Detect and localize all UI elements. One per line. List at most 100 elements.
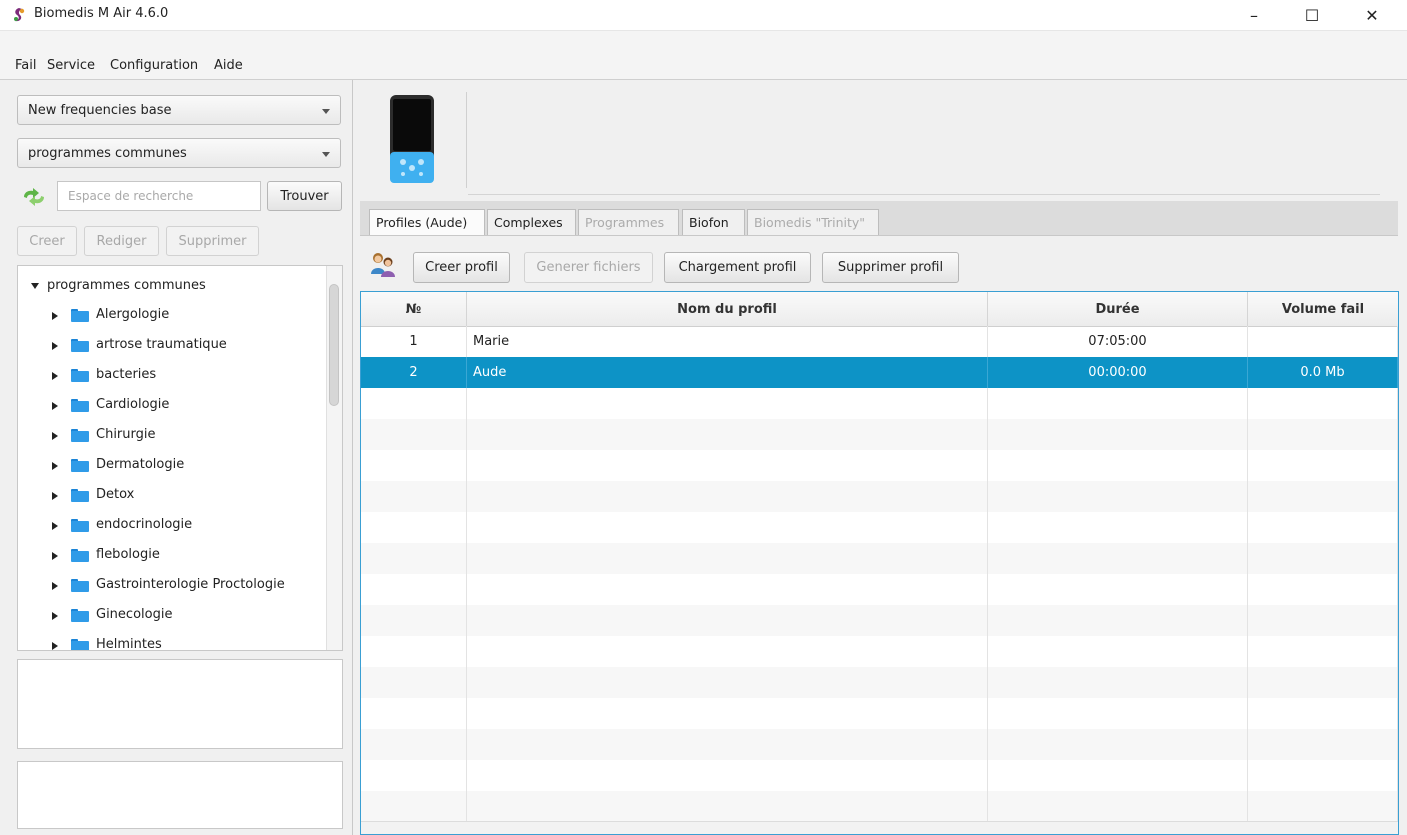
frequency-base-select[interactable]: New frequencies base [17,95,341,125]
table-row[interactable] [361,512,1398,543]
expand-icon[interactable] [52,582,58,590]
table-row[interactable]: 1 Marie 07:05:00 [361,326,1398,357]
expand-icon[interactable] [52,612,58,620]
tree-item[interactable]: artrose traumatique [18,331,328,361]
tree-item[interactable]: Chirurgie [18,421,328,451]
folder-icon [71,309,89,322]
maximize-button[interactable]: ☐ [1289,0,1335,30]
cell-num: 1 [361,326,467,357]
table-row[interactable] [361,791,1398,822]
tree-item[interactable]: bacteries [18,361,328,391]
edit-button[interactable]: Rediger [84,226,159,256]
create-button[interactable]: Creer [17,226,77,256]
close-button[interactable]: ✕ [1349,0,1395,30]
load-profile-button[interactable]: Chargement profil [664,252,811,283]
cell-size [1248,698,1398,729]
table-row[interactable] [361,543,1398,574]
menu-fail[interactable]: Fail [15,58,36,73]
folder-icon [71,489,89,502]
cell-num [361,729,467,760]
cell-num [361,388,467,419]
expand-icon[interactable] [52,462,58,470]
table-row[interactable] [361,605,1398,636]
folder-icon [71,459,89,472]
table-row[interactable] [361,698,1398,729]
expand-icon[interactable] [52,552,58,560]
section-select[interactable]: programmes communes [17,138,341,168]
tree-item[interactable]: Alergologie [18,301,328,331]
col-name[interactable]: Nom du profil [467,292,988,326]
tab-0[interactable]: Profiles (Aude) [369,209,485,235]
search-field[interactable] [57,181,261,211]
delete-button[interactable]: Supprimer [166,226,259,256]
menu-aide[interactable]: Aide [214,58,243,73]
tree-scrollbar[interactable] [326,266,342,650]
delete-profile-button[interactable]: Supprimer profil [822,252,959,283]
table-row[interactable] [361,636,1398,667]
expand-icon[interactable] [52,432,58,440]
program-tree[interactable]: programmes communes Alergologie artrose t… [17,265,343,651]
tab-2[interactable]: Programmes [578,209,679,235]
expand-icon[interactable] [52,372,58,380]
table-row[interactable] [361,574,1398,605]
tree-item[interactable]: Helmintes [18,631,328,650]
tree-item[interactable]: Detox [18,481,328,511]
tab-1[interactable]: Complexes [487,209,576,235]
cell-name [467,605,988,636]
expand-icon[interactable] [52,492,58,500]
table-header: № Nom du profil Durée Volume fail [361,292,1398,327]
table-row[interactable] [361,450,1398,481]
expand-icon[interactable] [52,402,58,410]
cell-size [1248,605,1398,636]
scrollbar-thumb[interactable] [329,284,339,406]
expand-icon[interactable] [52,642,58,650]
tree-root-label: programmes communes [47,278,206,293]
cell-num [361,574,467,605]
table-row[interactable] [361,419,1398,450]
split-divider[interactable] [352,80,353,835]
expand-icon[interactable] [52,342,58,350]
cell-num [361,512,467,543]
menu-service[interactable]: Service [47,58,95,73]
create-profile-button[interactable]: Creer profil [413,252,510,283]
generate-files-button[interactable]: Generer fichiers [524,252,653,283]
table-row[interactable] [361,729,1398,760]
tree-root[interactable]: programmes communes [18,271,328,301]
refresh-icon[interactable] [20,186,48,208]
table-row[interactable] [361,667,1398,698]
tab-3[interactable]: Biofon [682,209,745,235]
tree-item[interactable]: Ginecologie [18,601,328,631]
cell-name [467,450,988,481]
device-separator [466,92,467,188]
cell-duration [988,450,1248,481]
tree-item[interactable]: flebologie [18,541,328,571]
cell-size: 0.0 Mb [1248,357,1398,388]
minimize-button[interactable]: – [1231,0,1277,30]
profiles-table[interactable]: № Nom du profil Durée Volume fail 1 Marie… [360,291,1399,835]
col-num[interactable]: № [361,292,467,326]
expand-icon[interactable] [52,312,58,320]
device-icon [390,95,434,183]
col-size[interactable]: Volume fail [1248,292,1398,326]
table-row[interactable] [361,388,1398,419]
search-input[interactable] [66,188,250,204]
table-row[interactable] [361,481,1398,512]
cell-size [1248,388,1398,419]
cell-name: Marie [467,326,988,357]
tree-item[interactable]: endocrinologie [18,511,328,541]
cell-size [1248,760,1398,791]
table-row[interactable] [361,760,1398,791]
tree-item[interactable]: Dermatologie [18,451,328,481]
table-row[interactable]: 2 Aude 00:00:00 0.0 Mb [361,357,1398,388]
tree-item-label: Cardiologie [96,397,170,412]
tree-item[interactable]: Cardiologie [18,391,328,421]
table-hscrollbar[interactable] [361,821,1398,834]
find-button[interactable]: Trouver [267,181,342,211]
col-duration[interactable]: Durée [988,292,1248,326]
cell-name [467,512,988,543]
tab-4[interactable]: Biomedis "Trinity" [747,209,879,235]
expand-icon[interactable] [52,522,58,530]
menu-configuration[interactable]: Configuration [110,58,198,73]
tree-item[interactable]: Gastrointerologie Proctologie [18,571,328,601]
description-panel [17,761,343,829]
